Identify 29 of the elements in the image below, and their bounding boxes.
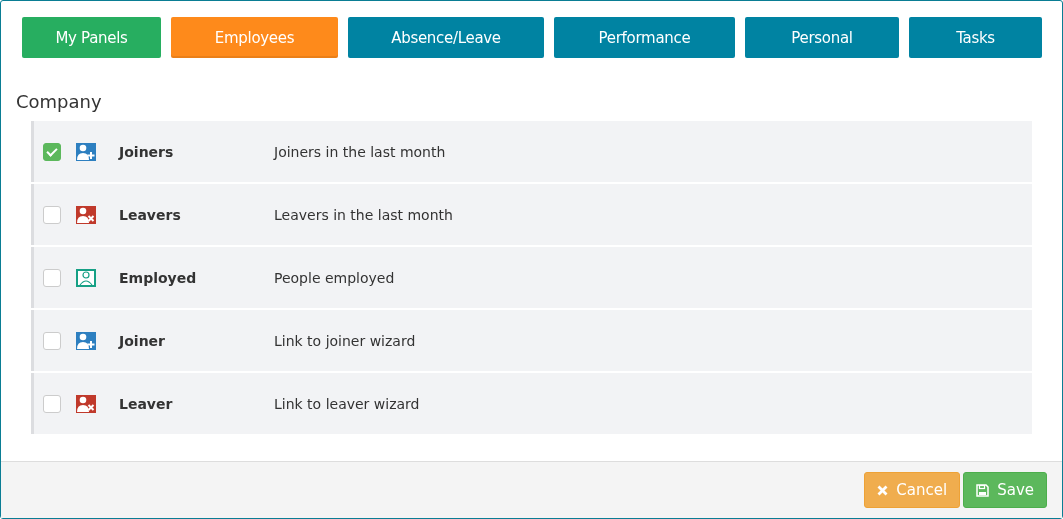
panel-name: Employed <box>119 269 198 286</box>
tab[interactable]: Employees <box>171 17 338 58</box>
tab[interactable]: My Panels <box>22 17 161 58</box>
checkbox[interactable] <box>43 205 61 224</box>
panel-description: People employed <box>274 269 395 286</box>
user-add-icon <box>76 142 96 161</box>
panel-description: Leavers in the last month <box>274 206 453 223</box>
section-title: Company <box>16 91 103 112</box>
close-icon <box>877 484 889 496</box>
checkbox[interactable] <box>43 268 61 287</box>
checkbox[interactable] <box>43 394 61 413</box>
save-button[interactable]: Save <box>963 472 1047 508</box>
checkbox[interactable] <box>43 142 61 161</box>
user-remove-icon <box>76 205 96 224</box>
panel-description: Link to joiner wizard <box>274 332 416 349</box>
user-add-icon <box>76 331 96 350</box>
tab[interactable]: Performance <box>554 17 735 58</box>
panel-name: Joiner <box>119 332 166 349</box>
panel-name: Leavers <box>119 206 182 223</box>
panel-name: Leaver <box>119 395 174 412</box>
tab[interactable]: Personal <box>745 17 899 58</box>
panel-description: Link to leaver wizard <box>274 395 420 412</box>
checkbox[interactable] <box>43 331 61 350</box>
user-remove-icon <box>76 394 96 413</box>
panel-description: Joiners in the last month <box>274 143 446 160</box>
people-icon <box>76 268 96 287</box>
panel-name: Joiners <box>119 143 175 160</box>
tab[interactable]: Absence/Leave <box>348 17 544 58</box>
tab[interactable]: Tasks <box>909 17 1042 58</box>
